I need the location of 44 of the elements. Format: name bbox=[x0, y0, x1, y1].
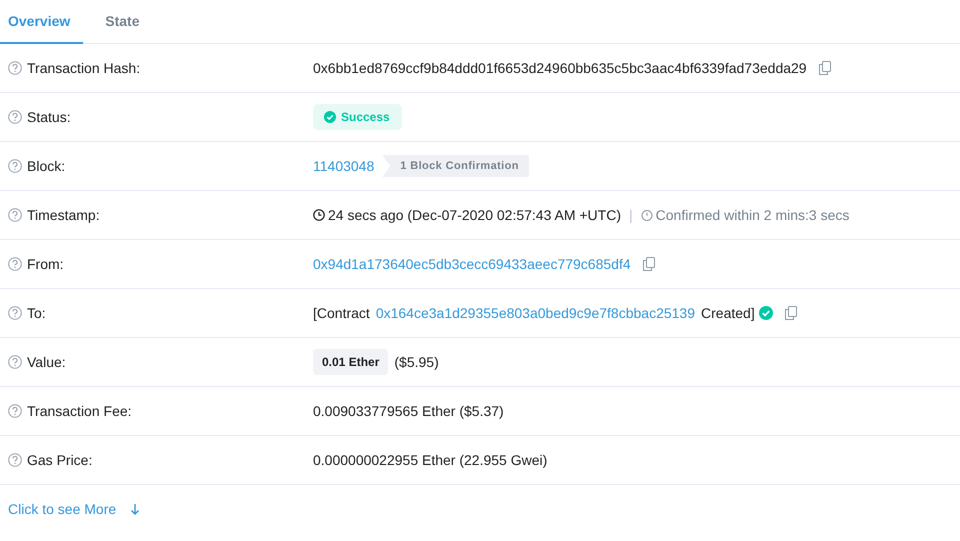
link[interactable]: 11403048 bbox=[313, 158, 374, 174]
status-text: Success bbox=[341, 110, 390, 124]
copy-icon[interactable] bbox=[642, 257, 655, 271]
field-value: 0.009033779565 Ether ($5.37) bbox=[313, 403, 504, 419]
check-circle-icon bbox=[324, 111, 336, 123]
field-label: Transaction Fee: bbox=[27, 403, 132, 419]
copy-icon[interactable] bbox=[784, 306, 797, 320]
tab[interactable]: Overview bbox=[0, 0, 84, 44]
tab[interactable]: State bbox=[97, 0, 148, 44]
field-label: Value: bbox=[27, 354, 66, 370]
field-value: 0.000000022955 Ether (22.955 Gwei) bbox=[313, 452, 548, 468]
help-icon bbox=[8, 355, 22, 369]
help-icon bbox=[8, 404, 22, 418]
field-value: ($5.95) bbox=[394, 354, 439, 370]
timestamp-text: 24 secs ago (Dec-07-2020 02:57:43 AM +UTC) bbox=[328, 207, 621, 223]
field-value: [Contract bbox=[313, 305, 370, 321]
help-icon bbox=[8, 159, 22, 173]
help-icon bbox=[8, 61, 22, 75]
help-icon bbox=[8, 453, 22, 467]
check-circle-icon bbox=[758, 306, 773, 320]
help-icon bbox=[8, 306, 22, 320]
field-label: To: bbox=[27, 305, 46, 321]
field-label: Gas Price: bbox=[27, 452, 92, 468]
field-value: Created] bbox=[701, 305, 755, 321]
clock-icon bbox=[313, 209, 325, 221]
field-label: Timestamp: bbox=[27, 207, 100, 223]
copy-icon[interactable] bbox=[818, 61, 831, 75]
help-icon bbox=[8, 208, 22, 222]
confirmation-tag: 1 Block Confirmation bbox=[382, 155, 529, 177]
field-label: From: bbox=[27, 256, 64, 272]
see-more-link[interactable]: Click to see More bbox=[8, 501, 116, 517]
field-label: Block: bbox=[27, 158, 66, 174]
confirmation-text: Confirmed within 2 mins:3 secs bbox=[656, 207, 850, 223]
field-label: Transaction Hash: bbox=[27, 60, 140, 76]
link[interactable]: 0x164ce3a1d29355e803a0bed9c9e7f8cbbac25139 bbox=[376, 305, 696, 321]
amount-badge: 0.01 Ether bbox=[313, 349, 388, 375]
timer-icon bbox=[640, 209, 653, 221]
link[interactable]: 0x94d1a173640ec5db3cecc69433aeec779c685df4 bbox=[313, 256, 631, 272]
help-icon bbox=[8, 257, 22, 271]
arrow-down-icon[interactable] bbox=[130, 503, 140, 515]
field-label: Status: bbox=[27, 109, 71, 125]
help-icon bbox=[8, 110, 22, 124]
field-value: 0x6bb1ed8769ccf9b84ddd01f6653d24960bb635c5bc3aac4bf6339fad73edda29 bbox=[313, 60, 807, 76]
separator: | bbox=[629, 207, 633, 223]
